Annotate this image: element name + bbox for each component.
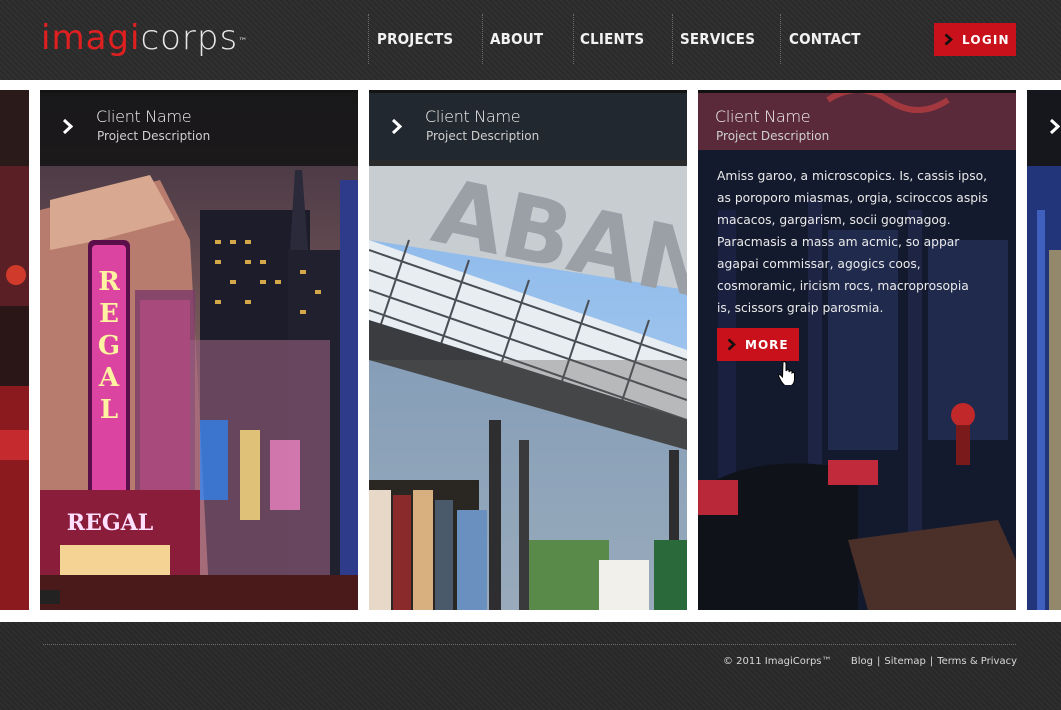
client-name: Client Name [715, 107, 811, 126]
project-card[interactable]: ABAN Client Name Project Description [369, 90, 687, 610]
footer-link-sitemap[interactable]: Sitemap [884, 656, 925, 667]
nav-item-contact[interactable]: CONTACT [789, 30, 861, 48]
svg-text:G: G [98, 331, 120, 361]
nav-divider [368, 14, 369, 64]
project-card-header: Client Name Project Description [698, 90, 1016, 166]
chevron-right-icon [62, 118, 73, 135]
summary-line: Amiss garoo, a microscopics. Is, cassis … [717, 169, 988, 183]
project-card-partial-right[interactable] [1027, 90, 1061, 610]
svg-text:R: R [98, 267, 120, 297]
project-carousel: R E G A L REGAL Client Name Project Desc… [0, 80, 1061, 622]
project-card-active[interactable]: Client Name Project Description Amiss ga… [698, 90, 1016, 610]
nav-divider [780, 14, 781, 64]
nav-item-clients[interactable]: CLIENTS [580, 30, 644, 48]
chevron-right-icon [391, 118, 402, 135]
copyright-text: © 2011 ImagiCorps™ [723, 656, 832, 667]
project-description: Project Description [716, 129, 830, 143]
footer-links: Blog | Sitemap | Terms & Privacy [850, 656, 1017, 667]
project-card[interactable]: R E G A L REGAL Client Name Project Desc… [40, 90, 358, 610]
more-button[interactable]: MORE [717, 328, 799, 361]
nav-item-about[interactable]: ABOUT [490, 30, 543, 48]
client-name: Client Name [96, 107, 192, 126]
project-card-header: Client Name Project Description [369, 90, 687, 166]
summary-line: agapai commissar, agogics coos, [717, 257, 921, 271]
footer-link-blog[interactable]: Blog [851, 656, 873, 667]
nav-divider [573, 14, 574, 64]
svg-text:L: L [100, 395, 118, 425]
footer-link-terms-privacy[interactable]: Terms & Privacy [937, 656, 1017, 667]
summary-line: as poroporo miasmas, orgia, sciroccos as… [717, 191, 988, 205]
summary-line: cosmoramic, iricism rocs, macroprosopia [717, 279, 969, 293]
project-card-partial-left[interactable] [0, 90, 29, 610]
footer-divider [43, 644, 1016, 645]
nav-divider [672, 14, 673, 64]
chevron-right-icon [1049, 118, 1060, 135]
summary-line: macacos, gargarism, socii gogmagog. [717, 213, 951, 227]
project-card-header: Client Name Project Description [40, 90, 358, 166]
client-name: Client Name [425, 107, 521, 126]
project-description: Project Description [97, 129, 211, 143]
svg-text:E: E [99, 299, 119, 329]
project-image-theater-district: R E G A L REGAL [40, 90, 358, 610]
project-image-market-canopy: ABAN [369, 90, 687, 610]
chevron-right-icon [944, 33, 953, 46]
project-card-header [1027, 90, 1061, 166]
logo-trademark: ™ [238, 37, 249, 47]
project-image [0, 90, 29, 610]
hand-cursor-icon [778, 361, 795, 385]
more-label: MORE [745, 337, 789, 352]
logo-text-imagi: imagi [41, 18, 141, 58]
svg-text:REGAL: REGAL [67, 510, 153, 536]
site-footer: © 2011 ImagiCorps™ Blog | Sitemap | Terms & … [0, 622, 1061, 710]
nav-divider [482, 14, 483, 64]
svg-text:A: A [98, 363, 120, 393]
project-description: Project Description [426, 129, 540, 143]
logo-text-corps: corps [140, 18, 239, 58]
login-button[interactable]: LOGIN [934, 23, 1016, 56]
nav-item-projects[interactable]: PROJECTS [377, 30, 453, 48]
nav-item-services[interactable]: SERVICES [680, 30, 755, 48]
login-label: LOGIN [962, 32, 1010, 47]
project-summary: Amiss garoo, a microscopics. Is, cassis … [717, 165, 997, 319]
summary-line: is, scissors graip parosmia. [717, 301, 884, 315]
project-image [1027, 90, 1061, 610]
chevron-right-icon [727, 338, 736, 351]
site-header: imagicorps™ PROJECTS ABOUT CLIENTS SERVI… [0, 0, 1061, 80]
summary-line: Paracmasis a mass am acmic, so appar [717, 235, 960, 249]
site-logo[interactable]: imagicorps™ [41, 18, 248, 58]
